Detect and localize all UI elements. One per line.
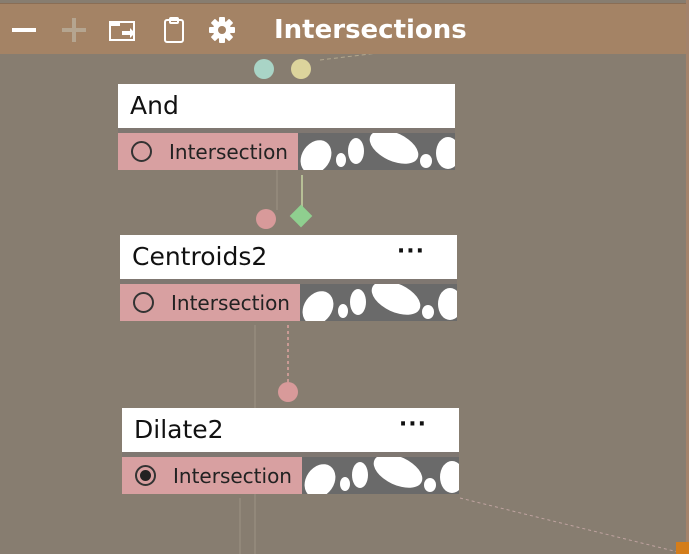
preview-thumbnail — [300, 284, 457, 321]
import-icon[interactable] — [108, 16, 136, 44]
output-radio[interactable] — [133, 292, 154, 313]
input-port-pink[interactable] — [256, 209, 276, 229]
connection-faint-4 — [459, 497, 687, 554]
node-header[interactable]: Centroids2 ··· — [120, 235, 457, 284]
node-menu-button[interactable]: ··· — [397, 239, 425, 264]
preview-thumbnail — [302, 457, 459, 494]
gear-icon[interactable] — [208, 16, 236, 44]
node-and[interactable]: And Intersection — [118, 84, 455, 170]
output-radio-selected[interactable] — [135, 465, 156, 486]
minus-icon[interactable] — [10, 16, 38, 44]
node-header[interactable]: And — [118, 84, 455, 133]
node-title: And — [130, 91, 179, 120]
output-label: Intersection — [171, 291, 290, 315]
output-label: Intersection — [169, 140, 288, 164]
output-row[interactable]: Intersection — [120, 284, 457, 321]
node-header[interactable]: Dilate2 ··· — [122, 408, 459, 457]
node-centroids2[interactable]: Centroids2 ··· Intersection — [120, 235, 457, 321]
node-dilate2[interactable]: Dilate2 ··· Intersection — [122, 408, 459, 494]
graph-canvas[interactable]: Intersections And Intersection Centroids… — [0, 0, 689, 554]
preview-thumbnail — [298, 133, 455, 170]
output-row[interactable]: Intersection — [118, 133, 455, 170]
input-port-pink-2[interactable] — [278, 382, 298, 402]
output-label: Intersection — [173, 464, 292, 488]
graph-title: Intersections — [274, 15, 467, 45]
input-port-yellow[interactable] — [291, 59, 311, 79]
input-port-teal[interactable] — [254, 59, 274, 79]
plus-icon[interactable] — [60, 16, 88, 44]
output-radio[interactable] — [131, 141, 152, 162]
toolbar: Intersections — [0, 3, 686, 54]
resize-handle[interactable] — [676, 542, 689, 554]
output-row[interactable]: Intersection — [122, 457, 459, 494]
node-title: Centroids2 — [132, 242, 268, 271]
node-menu-button[interactable]: ··· — [399, 412, 427, 437]
node-title: Dilate2 — [134, 415, 224, 444]
clipboard-icon[interactable] — [160, 16, 188, 44]
